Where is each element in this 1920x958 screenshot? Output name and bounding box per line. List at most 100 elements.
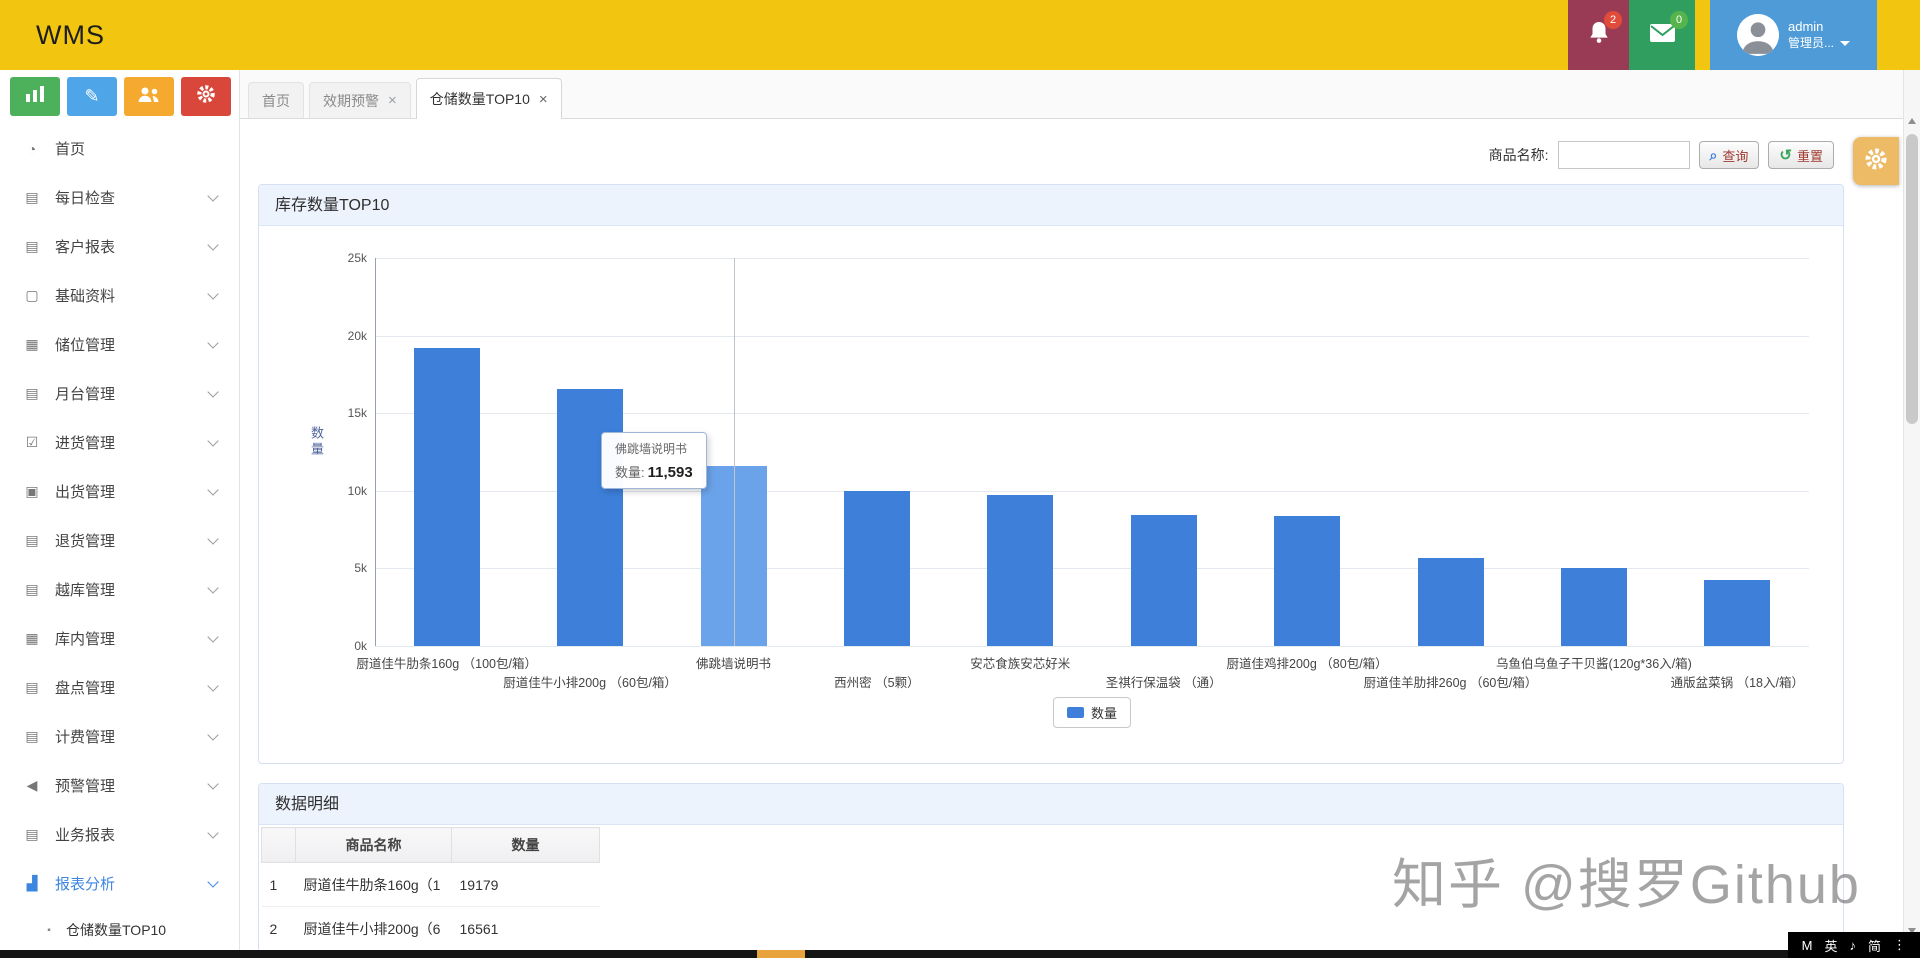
sidebar-item[interactable]: ◀ 预警管理 <box>0 761 239 810</box>
table-row[interactable]: 1 厨道佳牛肋条160g（1 19179 <box>261 862 600 907</box>
gear-icon <box>1864 147 1888 176</box>
chevron-down-icon <box>207 190 219 202</box>
sidebar-item[interactable]: ▤ 月台管理 <box>0 369 239 418</box>
detail-table-header-row: 商品名称 数量 <box>261 827 600 863</box>
y-axis-line <box>375 258 376 646</box>
chart-bar[interactable] <box>843 490 910 646</box>
sidebar-item[interactable]: ▤ 计费管理 <box>0 712 239 761</box>
ime-item[interactable]: 英 <box>1824 936 1837 955</box>
user-role: 管理员... <box>1787 35 1834 50</box>
tab-bar: 首页 效期预警 × 仓储数量TOP10 × <box>240 70 1920 119</box>
topbar-right: 2 0 admin 管理员... <box>1568 0 1877 70</box>
ime-item[interactable]: ⋮ <box>1893 937 1906 953</box>
sidebar-item[interactable]: ▤ 盘点管理 <box>0 663 239 712</box>
tab[interactable]: 首页 <box>248 82 304 118</box>
close-icon[interactable]: × <box>539 92 548 107</box>
checkbox-icon: ☑ <box>25 434 39 450</box>
sidebar-item-label: 库内管理 <box>55 631 116 648</box>
sidebar-item[interactable]: ▤ 每日检查 <box>0 173 239 222</box>
chevron-down-icon <box>207 386 219 398</box>
ime-item[interactable]: M <box>1802 938 1813 953</box>
sidebar-item-label: 出货管理 <box>55 484 116 501</box>
sidebar-item[interactable]: ▤ 业务报表 <box>0 810 239 859</box>
x-axis-label: 佛跳墙说明书 <box>695 657 772 671</box>
chart-bar[interactable] <box>1704 579 1771 646</box>
sidebar-subitem-top10[interactable]: ▪ 仓储数量TOP10 <box>0 908 239 952</box>
crosshair-line <box>733 258 735 646</box>
settings-flyout-button[interactable] <box>1853 137 1899 185</box>
avatar <box>1736 14 1779 56</box>
table-cell: 厨道佳牛肋条160g（1 <box>295 862 452 907</box>
sidebar-item[interactable]: ☑ 进货管理 <box>0 418 239 467</box>
close-icon[interactable]: × <box>388 93 397 108</box>
sidebar-item[interactable]: ◔ 首页 <box>0 124 239 173</box>
messages-button[interactable]: 0 <box>1629 0 1695 70</box>
settings-quick-button[interactable] <box>181 77 231 116</box>
tab[interactable]: 仓储数量TOP10 × <box>415 78 562 119</box>
search-icon: ⌕ <box>1709 146 1718 163</box>
detail-table: 商品名称 数量 1 厨道佳牛肋条160g（1 19179 2 厨道佳牛小排200g（6 16… <box>261 827 600 951</box>
sidebar-item[interactable]: ▦ 储位管理 <box>0 320 239 369</box>
sidebar-item-label: 进货管理 <box>55 435 116 452</box>
scroll-up-arrow-icon[interactable] <box>1908 118 1916 124</box>
sidebar-item[interactable]: ▤ 越库管理 <box>0 565 239 614</box>
chevron-down-icon <box>207 288 219 300</box>
x-axis-label: 通版盆菜锅 （18入/箱） <box>1670 676 1804 690</box>
chevron-down-icon <box>207 631 219 643</box>
ime-item[interactable]: 简 <box>1868 936 1881 955</box>
sidebar-item[interactable]: ▟ 报表分析 <box>0 859 239 908</box>
chevron-down-icon <box>207 778 219 790</box>
product-name-label: 商品名称: <box>1488 147 1549 163</box>
sidebar-item[interactable]: ▤ 退货管理 <box>0 516 239 565</box>
x-axis-label: 厨道佳牛小排200g （60包/箱） <box>503 676 677 690</box>
scrollbar-thumb[interactable] <box>1906 134 1918 424</box>
chart-bar[interactable] <box>1130 514 1197 646</box>
sidebar-item[interactable]: ▢ 基础资料 <box>0 271 239 320</box>
chevron-down-icon <box>207 435 219 447</box>
tooltip-value: 11,593 <box>647 464 693 481</box>
y-tick-label: 25k <box>347 251 367 265</box>
main-area: 首页 效期预警 × 仓储数量TOP10 × 商品名称: ⌕ 查询 ↺ 重置 库存… <box>240 70 1920 958</box>
table-row[interactable]: 2 厨道佳牛小排200g（6 16561 <box>261 906 600 951</box>
chart-legend[interactable]: 数量 <box>1052 697 1132 728</box>
users-quick-button[interactable] <box>124 77 174 116</box>
sidebar-item[interactable]: ▣ 出货管理 <box>0 467 239 516</box>
reset-icon: ↺ <box>1779 147 1792 164</box>
chevron-down-icon <box>1840 40 1850 46</box>
pencil-icon: ✎ <box>84 86 100 106</box>
chart-bar[interactable] <box>557 388 624 646</box>
edit-quick-button[interactable]: ✎ <box>67 77 117 116</box>
gridline <box>375 258 1809 259</box>
chart-quick-button[interactable] <box>10 77 60 116</box>
chart-bar[interactable] <box>987 494 1054 646</box>
detail-panel-title: 数据明细 <box>259 784 1843 825</box>
quick-buttons: ✎ <box>0 70 239 124</box>
user-menu[interactable]: admin 管理员... <box>1710 0 1877 70</box>
chart-bar[interactable] <box>1560 567 1627 646</box>
sidebar-item-label: 报表分析 <box>55 876 116 893</box>
sidebar-item-label: 计费管理 <box>55 729 116 746</box>
list-icon: ▤ <box>25 679 39 695</box>
tab[interactable]: 效期预警 × <box>309 82 411 118</box>
sidebar-item-label: 每日检查 <box>55 190 116 207</box>
chevron-down-icon <box>207 484 219 496</box>
query-button[interactable]: ⌕ 查询 <box>1698 141 1760 169</box>
tab-label: 首页 <box>262 92 290 109</box>
ime-item[interactable]: ♪ <box>1849 938 1856 953</box>
sidebar-item-label: 盘点管理 <box>55 680 116 697</box>
list-icon: ▤ <box>25 238 39 254</box>
reset-button[interactable]: ↺ 重置 <box>1768 141 1834 169</box>
y-axis-title: 数量 <box>309 426 324 458</box>
bullet-icon: ▪ <box>47 924 51 936</box>
product-name-input[interactable] <box>1557 141 1690 169</box>
chart-bar[interactable] <box>1417 557 1484 646</box>
vertical-scrollbar[interactable] <box>1903 70 1920 950</box>
table-cell: 16561 <box>451 906 600 951</box>
chart-bar[interactable] <box>1274 515 1341 646</box>
sidebar-item[interactable]: ▤ 客户报表 <box>0 222 239 271</box>
sidebar-item[interactable]: ▦ 库内管理 <box>0 614 239 663</box>
chart-bar[interactable] <box>413 348 480 646</box>
notifications-button[interactable]: 2 <box>1568 0 1629 70</box>
message-count-badge: 0 <box>1670 11 1688 29</box>
